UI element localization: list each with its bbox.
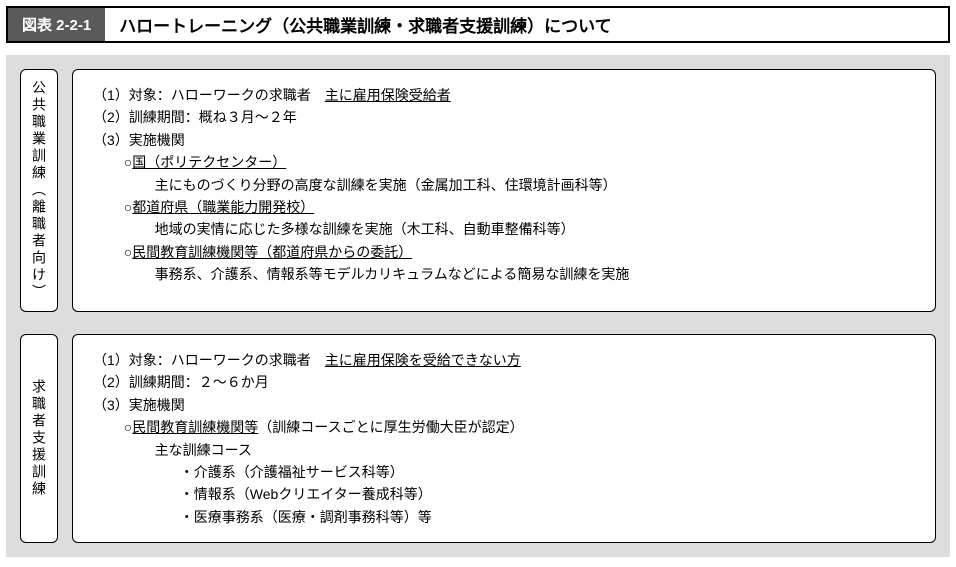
circle-prefix: ○ <box>124 199 132 215</box>
description: 主な訓練コース <box>93 439 915 461</box>
page: 図表 2-2-1 ハロートレーニング（公共職業訓練・求職者支援訓練）について 公… <box>0 6 956 557</box>
figure-title: ハロートレーニング（公共職業訓練・求職者支援訓練）について <box>105 8 948 41</box>
sub-item: ○民間教育訓練機関等（訓練コースごとに厚生労働大臣が認定） <box>93 416 915 438</box>
list-item: （2）訓練期間：２～６か月 <box>93 371 915 393</box>
circle-prefix: ○ <box>124 419 132 435</box>
circle-prefix: ○ <box>124 244 132 260</box>
text: 対象：ハローワークの求職者 <box>129 87 325 103</box>
underlined-text: 都道府県（職業能力開発校） <box>132 199 314 215</box>
section-row: 公共職業訓練（離職者向け） （1）対象：ハローワークの求職者 主に雇用保険受給者… <box>20 69 936 312</box>
underlined-text: 主に雇用保険を受給できない方 <box>325 352 521 368</box>
bullet-item: ・情報系（Webクリエイター養成科等） <box>93 483 915 505</box>
item-number: （1） <box>93 87 129 103</box>
sub-item: ○国（ポリテクセンター） <box>93 151 915 173</box>
bullet-item: ・介護系（介護福祉サービス科等） <box>93 461 915 483</box>
title-bar: 図表 2-2-1 ハロートレーニング（公共職業訓練・求職者支援訓練）について <box>6 6 950 43</box>
list-item: （3）実施機関 <box>93 394 915 416</box>
figure-number-tag: 図表 2-2-1 <box>8 8 105 41</box>
text: （訓練コースごとに厚生労働大臣が認定） <box>258 419 523 435</box>
side-label-jobseeker-training: 求職者支援訓練 <box>20 334 58 543</box>
text: 対象：ハローワークの求職者 <box>129 352 325 368</box>
description: 事務系、介護系、情報系等モデルカリキュラムなどによる簡易な訓練を実施 <box>93 263 915 285</box>
sub-item: ○民間教育訓練機関等（都道府県からの委託） <box>93 241 915 263</box>
description: 主にものづくり分野の高度な訓練を実施（金属加工科、住環境計画科等） <box>93 174 915 196</box>
circle-prefix: ○ <box>124 154 132 170</box>
bullet-item: ・医療事務系（医療・調剤事務科等）等 <box>93 506 915 528</box>
underlined-text: 国（ポリテクセンター） <box>132 154 286 170</box>
description: 地域の実情に応じた多様な訓練を実施（木工科、自動車整備科等） <box>93 218 915 240</box>
section-row: 求職者支援訓練 （1）対象：ハローワークの求職者 主に雇用保険を受給できない方 … <box>20 334 936 543</box>
list-item: （3）実施機関 <box>93 129 915 151</box>
item-number: （1） <box>93 352 129 368</box>
side-label-public-training: 公共職業訓練（離職者向け） <box>20 69 58 312</box>
list-item: （2）訓練期間：概ね３月～２年 <box>93 106 915 128</box>
underlined-text: 民間教育訓練機関等（都道府県からの委託） <box>132 244 412 260</box>
content-box-public-training: （1）対象：ハローワークの求職者 主に雇用保険受給者 （2）訓練期間：概ね３月～… <box>72 69 936 312</box>
underlined-text: 主に雇用保険受給者 <box>325 87 451 103</box>
content-box-jobseeker-training: （1）対象：ハローワークの求職者 主に雇用保険を受給できない方 （2）訓練期間：… <box>72 334 936 543</box>
list-item: （1）対象：ハローワークの求職者 主に雇用保険を受給できない方 <box>93 349 915 371</box>
sub-item: ○都道府県（職業能力開発校） <box>93 196 915 218</box>
list-item: （1）対象：ハローワークの求職者 主に雇用保険受給者 <box>93 84 915 106</box>
underlined-text: 民間教育訓練機関等 <box>132 419 258 435</box>
outer-box: 公共職業訓練（離職者向け） （1）対象：ハローワークの求職者 主に雇用保険受給者… <box>6 55 950 557</box>
